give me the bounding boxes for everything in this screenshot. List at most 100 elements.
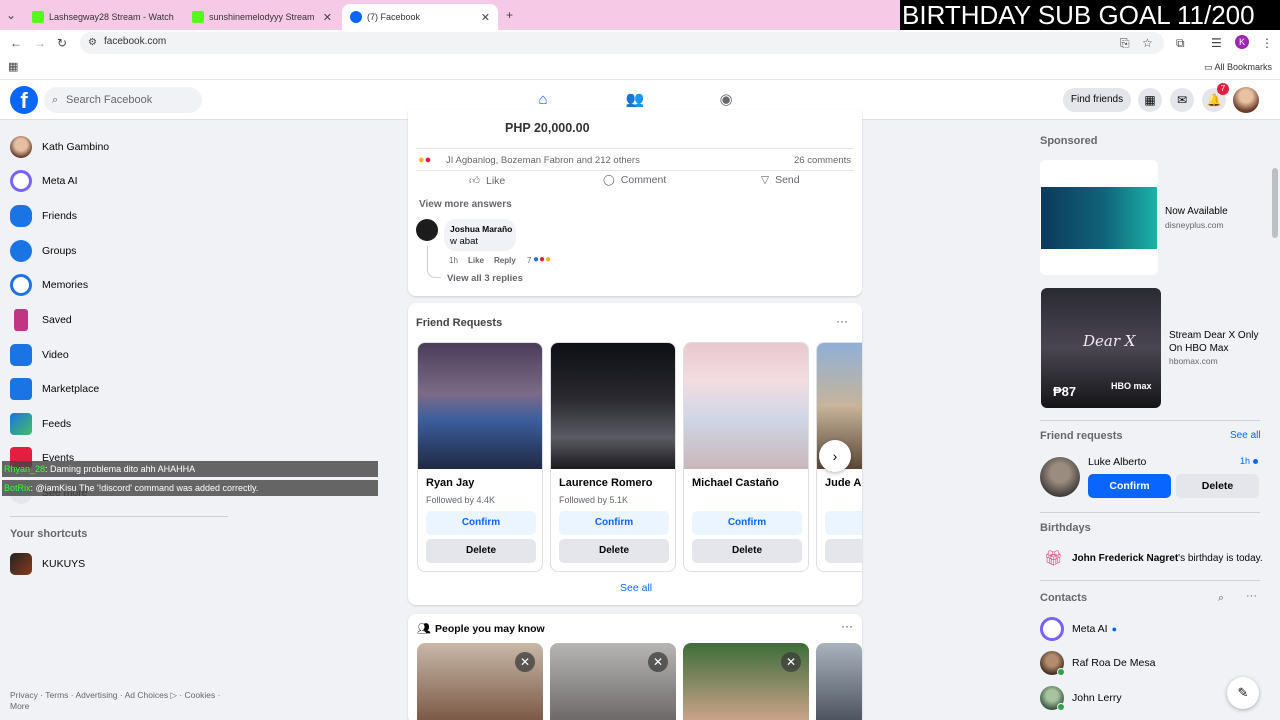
groups-nav-icon[interactable]: ◉: [716, 90, 736, 110]
ad-image[interactable]: Dear X ₱87 HBO max: [1041, 288, 1161, 408]
close-icon[interactable]: ✕: [174, 11, 183, 24]
view-more-answers[interactable]: View more answers: [419, 199, 512, 210]
facebook-logo[interactable]: f: [10, 86, 38, 114]
friend-name[interactable]: Laurence Romero: [559, 477, 653, 489]
delete-button[interactable]: Delete: [559, 539, 669, 563]
delete-button[interactable]: [825, 539, 862, 563]
menu-grid-icon[interactable]: ▦: [1138, 88, 1162, 112]
browser-tab-3[interactable]: (7) Facebook ✕: [342, 4, 498, 30]
browser-menu-icon[interactable]: ⋮: [1261, 36, 1273, 50]
comment-reply-button[interactable]: Reply: [494, 256, 516, 265]
account-avatar[interactable]: [1233, 87, 1259, 113]
sidebar-item-groups[interactable]: Groups: [10, 239, 76, 263]
bookmark-star-icon[interactable]: ☆: [1142, 36, 1153, 50]
browser-tab-1[interactable]: Lashsegway28 Stream - Watch ✕: [24, 4, 182, 30]
contact-item[interactable]: Meta AI ●: [1040, 617, 1117, 641]
contact-item[interactable]: John Lerry: [1040, 686, 1122, 711]
comment-like-button[interactable]: Like: [468, 256, 484, 265]
chevron-right-icon[interactable]: ›: [819, 440, 851, 472]
site-info-icon[interactable]: ⚙: [88, 36, 97, 50]
forward-icon[interactable]: →: [34, 36, 46, 50]
confirm-button[interactable]: [825, 511, 862, 535]
confirm-button[interactable]: Confirm: [426, 511, 536, 535]
see-all-link[interactable]: See all: [620, 582, 652, 594]
confirm-button[interactable]: Confirm: [559, 511, 669, 535]
sidebar-item-friends[interactable]: Friends: [10, 204, 77, 228]
comments-count[interactable]: 26 comments: [794, 155, 851, 166]
all-bookmarks[interactable]: ▭ All Bookmarks: [1204, 62, 1272, 73]
close-icon[interactable]: ✕: [781, 652, 801, 672]
more-options-icon[interactable]: ···: [836, 314, 848, 328]
friend-photo[interactable]: [418, 343, 542, 469]
close-icon[interactable]: ✕: [515, 652, 535, 672]
friend-name[interactable]: Jude Al: [825, 477, 862, 489]
browser-profile-avatar[interactable]: K: [1235, 35, 1249, 49]
more-options-icon[interactable]: ···: [841, 619, 853, 633]
sidebar-item-marketplace[interactable]: Marketplace: [10, 377, 99, 401]
friend-request-card[interactable]: Laurence Romero Followed by 5.1K Confirm…: [550, 342, 676, 572]
shortcuts-heading: Your shortcuts: [10, 528, 88, 540]
friend-photo[interactable]: [551, 343, 675, 469]
friend-request-card[interactable]: Michael Castaño Confirm Delete: [683, 342, 809, 572]
url-bar[interactable]: [80, 32, 1164, 54]
more-options-icon[interactable]: ···: [1246, 590, 1257, 602]
scrollbar-thumb[interactable]: [1272, 168, 1278, 238]
sidebar-item-saved[interactable]: Saved: [10, 308, 72, 332]
comment-author[interactable]: Joshua Maraño: [450, 224, 512, 234]
pymk-photo[interactable]: [816, 643, 862, 720]
see-all-link[interactable]: See all: [1230, 430, 1261, 441]
like-button[interactable]: 👍︎ Like: [469, 174, 505, 188]
close-icon[interactable]: ✕: [315, 11, 332, 24]
friend-request-card[interactable]: Ryan Jay Followed by 4.4K Confirm Delete: [417, 342, 543, 572]
install-icon[interactable]: ⎘: [1120, 36, 1130, 50]
reload-icon[interactable]: ↻: [57, 36, 67, 50]
extensions-icon[interactable]: ⧉: [1176, 36, 1185, 50]
search-icon[interactable]: ⌕: [1218, 592, 1224, 605]
ad-headline[interactable]: Now Available: [1165, 206, 1228, 217]
close-icon[interactable]: ✕: [648, 652, 668, 672]
delete-button[interactable]: Delete: [692, 539, 802, 563]
friend-name[interactable]: Ryan Jay: [426, 477, 474, 489]
close-icon[interactable]: ✕: [473, 11, 490, 24]
shortcut-item[interactable]: KUKUYS: [10, 552, 85, 576]
search-input[interactable]: ⌕ Search Facebook: [44, 87, 202, 113]
messenger-icon[interactable]: ✉: [1170, 88, 1194, 112]
sidebar-item-profile[interactable]: Kath Gambino: [10, 135, 109, 159]
sidebar-item-feeds[interactable]: Feeds: [10, 412, 71, 436]
ad-image[interactable]: [1041, 187, 1157, 249]
request-name[interactable]: Luke Alberto: [1088, 456, 1146, 468]
view-all-replies[interactable]: View all 3 replies: [447, 273, 523, 284]
comment-button[interactable]: ◯ Comment: [603, 174, 666, 186]
sidebar-item-video[interactable]: Video: [10, 343, 69, 367]
kick-icon: [32, 11, 44, 23]
request-avatar[interactable]: [1040, 457, 1080, 497]
footer-links[interactable]: Privacy · Terms · Advertising · Ad Choic…: [10, 690, 240, 712]
find-friends-button[interactable]: Find friends: [1063, 88, 1131, 112]
home-icon[interactable]: ⌂: [533, 90, 553, 110]
contact-item[interactable]: Raf Roa De Mesa: [1040, 651, 1155, 676]
contact-name: John Lerry: [1072, 692, 1122, 704]
comment-reaction-count: 7: [527, 256, 532, 265]
friend-name[interactable]: Michael Castaño: [692, 477, 779, 489]
browser-tab-2[interactable]: sunshinemelodyyy Stream ✕: [184, 4, 340, 30]
delete-button[interactable]: Delete: [1176, 474, 1259, 498]
birthday-text[interactable]: John Frederick Nagret's birthday is toda…: [1072, 553, 1263, 564]
back-icon[interactable]: ←: [10, 36, 22, 50]
kick-icon: [192, 11, 204, 23]
new-message-icon[interactable]: ✎: [1227, 677, 1259, 709]
confirm-button[interactable]: Confirm: [1088, 474, 1171, 498]
friend-photo[interactable]: [684, 343, 808, 469]
confirm-button[interactable]: Confirm: [692, 511, 802, 535]
new-tab-icon[interactable]: +: [506, 8, 513, 22]
tab-search-icon[interactable]: ⌄: [6, 8, 16, 22]
ad-headline[interactable]: Stream Dear X Only On HBO Max: [1169, 329, 1265, 355]
reactions-summary[interactable]: JI Agbanlog, Bozeman Fabron and 212 othe…: [446, 155, 640, 166]
sidebar-item-meta-ai[interactable]: Meta AI: [10, 169, 78, 193]
send-button[interactable]: ▽ Send: [761, 174, 800, 186]
friends-nav-icon[interactable]: 👥: [625, 90, 645, 110]
delete-button[interactable]: Delete: [426, 539, 536, 563]
apps-grid-icon[interactable]: ▦: [8, 60, 18, 74]
reading-list-icon[interactable]: ☰: [1211, 36, 1222, 50]
commenter-avatar[interactable]: [416, 219, 438, 241]
sidebar-item-memories[interactable]: Memories: [10, 273, 88, 297]
